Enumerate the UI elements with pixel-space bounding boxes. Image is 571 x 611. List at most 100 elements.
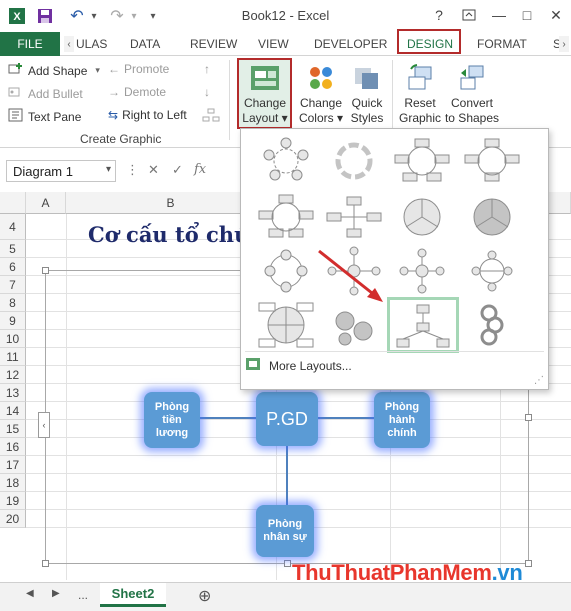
tab-scroll-right-icon[interactable]: › bbox=[559, 36, 569, 52]
row-header[interactable]: 20 bbox=[0, 510, 26, 528]
layout-thumbnail-cycle-basic-icon[interactable] bbox=[253, 135, 319, 187]
radial-ring-icon bbox=[471, 250, 513, 292]
row-header[interactable]: 16 bbox=[0, 438, 26, 456]
resize-handle[interactable] bbox=[42, 560, 49, 567]
change-colors-button[interactable]: Change Colors ▾ bbox=[298, 60, 344, 126]
sheet-ellipsis[interactable]: ... bbox=[78, 588, 88, 602]
move-down-icon[interactable]: ↓ bbox=[204, 85, 210, 99]
maximize-button[interactable]: □ bbox=[514, 4, 540, 26]
row-header[interactable]: 18 bbox=[0, 474, 26, 492]
row-header[interactable]: 4 bbox=[0, 214, 26, 240]
layout-thumbnail-cycle-boxes-icon[interactable] bbox=[389, 135, 455, 187]
insert-function-icon[interactable]: fx bbox=[194, 162, 206, 177]
layout-thumbnail-cycle-arrows-icon[interactable] bbox=[321, 135, 387, 187]
next-sheet-icon[interactable]: ▶ bbox=[52, 588, 60, 599]
layout-thumbnail-matrix-circle-icon[interactable] bbox=[253, 299, 319, 351]
worksheet-heading: Cơ cấu tổ chứ bbox=[88, 222, 250, 247]
watermark: ThuThuatPhanMem.vn bbox=[292, 560, 523, 586]
prev-sheet-icon[interactable]: ◀ bbox=[26, 588, 34, 599]
layout-thumbnail-radial-ring-icon[interactable] bbox=[459, 245, 525, 297]
row-header[interactable]: 19 bbox=[0, 492, 26, 510]
change-layout-icon bbox=[240, 60, 290, 96]
select-all-corner[interactable] bbox=[0, 192, 26, 214]
resize-handle[interactable] bbox=[525, 560, 532, 567]
right-to-left-label: Right to Left bbox=[122, 108, 187, 122]
cycle-four-icon bbox=[464, 138, 520, 182]
layout-gallery-dropdown: More Layouts... ⋰ bbox=[240, 128, 549, 390]
layout-thumbnail-pie-three-icon[interactable] bbox=[389, 191, 455, 243]
change-layout-button[interactable]: Change Layout ▾ bbox=[240, 60, 290, 126]
promote-button[interactable]: ← Promote bbox=[108, 62, 169, 76]
cycle-arrows-icon bbox=[335, 142, 373, 180]
demote-label: Demote bbox=[124, 85, 167, 99]
change-colors-label-2: Colors ▾ bbox=[298, 111, 344, 125]
quick-styles-icon bbox=[346, 60, 388, 96]
layout-thumbnail-cycle-segmented-icon[interactable] bbox=[253, 191, 319, 243]
row-header[interactable]: 10 bbox=[0, 330, 26, 348]
tab-file[interactable]: FILE bbox=[0, 32, 60, 56]
help-button[interactable]: ? bbox=[426, 4, 452, 26]
add-shape-dropdown-icon: ▾ bbox=[95, 65, 100, 75]
row-header[interactable]: 5 bbox=[0, 240, 26, 258]
row-header[interactable]: 9 bbox=[0, 312, 26, 330]
resize-grip-icon[interactable]: ⋰ bbox=[534, 375, 544, 386]
right-to-left-button[interactable]: ⇆ Right to Left bbox=[108, 108, 187, 122]
ribbon-display-options-icon[interactable] bbox=[456, 4, 482, 26]
ribbon-separator bbox=[229, 60, 230, 140]
change-layout-label-2: Layout ▾ bbox=[242, 111, 288, 125]
change-layout-label-1: Change bbox=[243, 96, 287, 110]
tab-review[interactable]: REVIEW bbox=[190, 32, 237, 56]
row-header[interactable]: 17 bbox=[0, 456, 26, 474]
more-layouts-button[interactable]: More Layouts... bbox=[245, 357, 352, 374]
name-box[interactable]: Diagram 1 ▾ bbox=[6, 160, 116, 182]
enter-formula-icon[interactable]: ✓ bbox=[172, 162, 183, 178]
layout-thumbnail-cross-arrows-icon[interactable] bbox=[321, 191, 387, 243]
resize-handle[interactable] bbox=[525, 414, 532, 421]
watermark-part3: .vn bbox=[491, 560, 523, 585]
row-header[interactable]: 15 bbox=[0, 420, 26, 438]
resize-handle[interactable] bbox=[284, 560, 291, 567]
quick-styles-label-1: Quick bbox=[351, 96, 383, 110]
smartart-node-right[interactable]: Phòng hành chính bbox=[374, 392, 430, 448]
convert-to-shapes-button[interactable]: Convert to Shapes bbox=[444, 60, 500, 126]
formula-bar-more-icon[interactable]: ⋮ bbox=[126, 162, 139, 178]
row-header[interactable]: 7 bbox=[0, 276, 26, 294]
cancel-formula-icon[interactable]: ✕ bbox=[148, 162, 159, 178]
tab-developer[interactable]: DEVELOPER bbox=[314, 32, 387, 56]
name-box-value: Diagram 1 bbox=[13, 164, 73, 179]
smartart-node-center[interactable]: P.GD bbox=[256, 392, 318, 446]
minimize-button[interactable]: — bbox=[486, 4, 512, 26]
move-up-icon[interactable]: ↑ bbox=[204, 62, 210, 76]
layout-org-icon[interactable] bbox=[202, 108, 220, 122]
new-sheet-icon[interactable]: ⊕ bbox=[198, 586, 211, 606]
column-header[interactable]: A bbox=[26, 192, 66, 214]
layout-thumbnail-pie-solid-icon[interactable] bbox=[459, 191, 525, 243]
add-bullet-button[interactable]: Add Bullet bbox=[8, 85, 83, 102]
tab-data[interactable]: DATA bbox=[130, 32, 160, 56]
close-button[interactable]: ✕ bbox=[543, 4, 569, 26]
resize-handle[interactable] bbox=[42, 267, 49, 274]
smartart-text-pane-toggle[interactable]: ‹ bbox=[38, 412, 50, 438]
layout-thumbnail-radial-small-icon[interactable] bbox=[389, 245, 455, 297]
row-header[interactable]: 6 bbox=[0, 258, 26, 276]
demote-button[interactable]: → Demote bbox=[108, 85, 166, 99]
text-pane-button[interactable]: Text Pane bbox=[8, 108, 81, 125]
name-box-dropdown-icon[interactable]: ▾ bbox=[106, 164, 111, 175]
layout-thumbnail-cycle-four-icon[interactable] bbox=[459, 135, 525, 187]
row-header[interactable]: 12 bbox=[0, 366, 26, 384]
tab-scroll-left-icon[interactable]: ‹ bbox=[64, 36, 74, 52]
sheet-tab-sheet2[interactable]: Sheet2 bbox=[100, 583, 166, 607]
layout-thumbnail-linked-circles-icon[interactable] bbox=[459, 299, 525, 351]
row-header[interactable]: 8 bbox=[0, 294, 26, 312]
tab-view[interactable]: VIEW bbox=[258, 32, 289, 56]
add-shape-button[interactable]: Add Shape ▾ bbox=[8, 62, 100, 79]
tab-format[interactable]: FORMAT bbox=[477, 32, 527, 56]
reset-graphic-button[interactable]: Reset Graphic bbox=[396, 60, 444, 126]
smartart-node-left[interactable]: Phòng tiền lương bbox=[144, 392, 200, 448]
tab-formulas[interactable]: ULAS bbox=[76, 32, 107, 56]
row-header[interactable]: 14 bbox=[0, 402, 26, 420]
layout-thumbnail-radial-circles-icon[interactable] bbox=[253, 245, 319, 297]
row-header[interactable]: 11 bbox=[0, 348, 26, 366]
row-header[interactable]: 13 bbox=[0, 384, 26, 402]
smartart-node-bottom[interactable]: Phòng nhân sự bbox=[256, 505, 314, 557]
